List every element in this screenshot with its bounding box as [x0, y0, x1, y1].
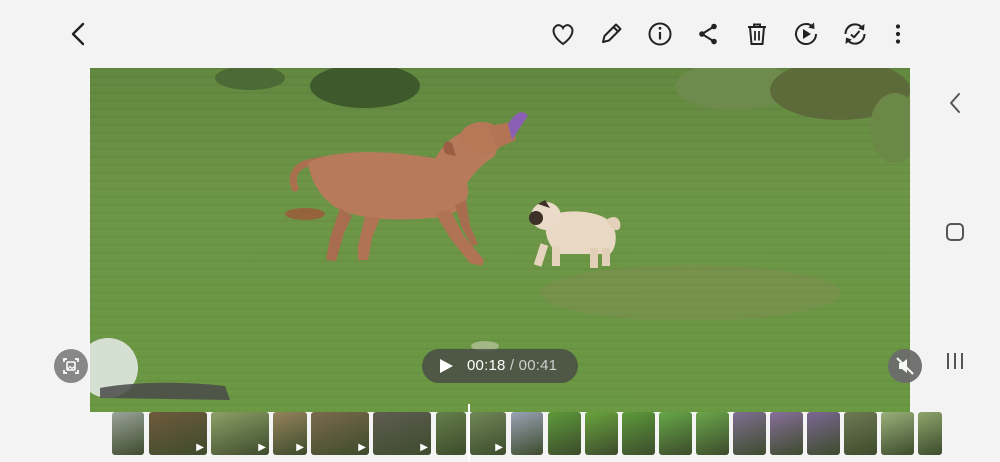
edit-pencil-icon[interactable]: [594, 17, 628, 51]
info-icon[interactable]: [643, 17, 677, 51]
video-indicator-icon: ▶: [358, 442, 366, 453]
filmstrip-thumbnail[interactable]: [807, 412, 840, 455]
nav-back-icon[interactable]: [940, 88, 970, 118]
favorite-heart-icon[interactable]: [546, 17, 580, 51]
back-arrow-icon[interactable]: [61, 17, 95, 51]
filmstrip-thumbnail[interactable]: ▶: [149, 412, 207, 455]
nav-recent-apps-icon[interactable]: [940, 346, 970, 376]
delete-trash-icon[interactable]: [740, 17, 774, 51]
video-indicator-icon: ▶: [258, 442, 266, 453]
filmstrip-thumbnail[interactable]: [733, 412, 766, 455]
mute-button[interactable]: [888, 349, 922, 383]
filmstrip-thumbnail[interactable]: [548, 412, 581, 455]
filmstrip-thumbnail[interactable]: [622, 412, 655, 455]
filmstrip-thumbnail[interactable]: ▶: [470, 412, 506, 455]
filmstrip-thumbnail[interactable]: [436, 412, 466, 455]
filmstrip-thumbnail[interactable]: [881, 412, 914, 455]
filmstrip-thumbnail[interactable]: [918, 412, 942, 455]
playback-time: 00:18 / 00:41: [467, 357, 557, 374]
capture-frame-button[interactable]: [54, 349, 88, 383]
nav-home-icon[interactable]: [940, 217, 970, 247]
video-indicator-icon: ▶: [196, 442, 204, 453]
speaker-muted-icon: [896, 357, 914, 375]
filmstrip-playhead[interactable]: [468, 404, 470, 462]
video-indicator-icon: ▶: [495, 442, 503, 453]
video-indicator-icon: ▶: [420, 442, 428, 453]
more-options-icon[interactable]: [881, 17, 915, 51]
filmstrip-thumbnail[interactable]: ▶: [311, 412, 369, 455]
capture-frame-icon: [63, 358, 79, 374]
top-toolbar: [0, 0, 1000, 68]
system-navigation-bar: [910, 68, 1000, 412]
playback-control[interactable]: 00:18 / 00:41: [422, 349, 578, 383]
filmstrip-thumbnail[interactable]: [659, 412, 692, 455]
filmstrip-thumbnail[interactable]: [511, 412, 543, 455]
current-time: 00:18: [467, 357, 506, 374]
play-video-icon[interactable]: [789, 17, 823, 51]
thumbnail-filmstrip[interactable]: ▶ ▶ ▶ ▶ ▶ ▶: [0, 404, 1000, 462]
filmstrip-thumbnail[interactable]: ▶: [273, 412, 307, 455]
filmstrip-thumbnail[interactable]: [112, 412, 144, 455]
filmstrip-thumbnail[interactable]: [585, 412, 618, 455]
play-icon[interactable]: [438, 358, 454, 374]
filmstrip-thumbnail[interactable]: [696, 412, 729, 455]
filmstrip-thumbnail[interactable]: ▶: [373, 412, 431, 455]
filmstrip-thumbnail[interactable]: [770, 412, 803, 455]
total-time: 00:41: [518, 357, 558, 374]
time-separator: /: [509, 357, 515, 374]
filmstrip-thumbnail[interactable]: [844, 412, 877, 455]
convert-sync-icon[interactable]: [838, 17, 872, 51]
share-icon[interactable]: [691, 17, 725, 51]
filmstrip-thumbnail[interactable]: ▶: [211, 412, 269, 455]
video-indicator-icon: ▶: [296, 442, 304, 453]
